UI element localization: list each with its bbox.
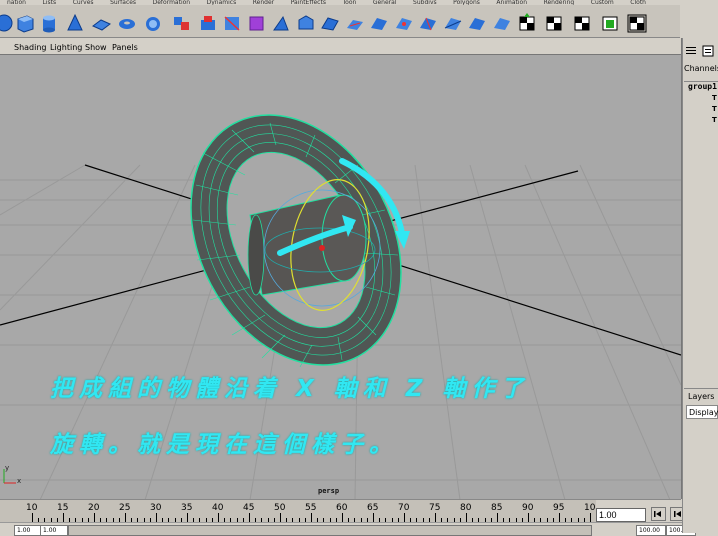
menu-show[interactable]: Show [85,41,107,54]
checker-scale-icon[interactable] [572,12,592,34]
subdivide-icon[interactable] [369,12,389,34]
timeline-tick-label: 15 [57,503,69,513]
timeline-tick-label: 80 [460,503,472,513]
current-frame-field[interactable] [596,508,646,522]
timeline-tick-label: 35 [181,503,193,513]
wedge-icon[interactable] [271,12,291,34]
timeline-tick-label: 70 [398,503,410,513]
caption-line-2: 旋轉。就是現在這個樣子。 [50,432,398,458]
list-view-icon[interactable] [685,45,697,57]
merge-icon[interactable] [394,12,414,34]
camera-label: persp [318,487,340,495]
poly-cylinder-icon[interactable] [39,12,59,34]
triangulate-icon[interactable] [443,12,463,34]
go-to-start-icon[interactable] [651,507,666,521]
timeline-tick-label: 55 [305,503,317,513]
range-slider-bar[interactable] [68,525,592,536]
timeline-tick [156,513,157,522]
layers-label: Layers [688,392,715,401]
display-layer-button[interactable]: Display [686,405,718,419]
poly-cube-icon[interactable] [15,12,35,34]
smooth-icon[interactable] [345,12,365,34]
timeline-tick-label: 65 [367,503,379,513]
attribute-editor-icon[interactable] [702,45,714,57]
timeline-tick [187,513,188,522]
poly-plane-icon[interactable] [91,12,111,34]
axis-label-y: y [5,464,9,472]
timeline-tick-label: 20 [88,503,100,513]
menu-lighting[interactable]: Lighting [50,41,82,54]
axis-label-x: x [17,477,21,485]
range-end-field[interactable]: 100.00 [636,525,666,536]
checker-rotate-icon[interactable] [544,12,564,34]
timeline-tick-label: 30 [150,503,162,513]
extrude-icon[interactable] [198,12,218,34]
start-time-field[interactable]: 1.00 [14,525,42,536]
timeline-tick [342,513,343,522]
timeline-tick-label: 85 [491,503,503,513]
timeline-tick-label: 75 [429,503,441,513]
poly-torus-icon[interactable] [117,12,137,34]
timeline-tick-label: 10 [26,503,38,513]
channels-tab[interactable]: Channels [684,64,718,73]
timeline-tick [466,513,467,522]
timeline-tick-label: 40 [212,503,224,513]
timeline-tick [249,513,250,522]
timeline-tick-label: 50 [274,503,286,513]
channel-box [684,81,718,382]
poly-pipe-icon[interactable] [143,12,163,34]
timeline-tick-label: 95 [553,503,565,513]
split-poly-icon[interactable] [222,12,242,34]
timeline-tick [218,513,219,522]
menu-panels[interactable]: Panels [112,41,138,54]
bevel-icon[interactable] [296,12,316,34]
time-slider[interactable]: 10 15 20 25 30 35 40 45 50 55 60 65 70 75 80 85 90 95 10 [0,499,681,523]
selected-object-name[interactable]: group1 [688,82,717,91]
timeline-tick [559,513,560,522]
caption-line-1: 把成組的物體沿着 X 軸和 Z 軸作了 [50,376,530,402]
sculpt-icon[interactable] [320,12,340,34]
timeline-tick [311,513,312,522]
timeline-tick [280,513,281,522]
timeline-tick [435,513,436,522]
range-slider: 1.00 1.00 100.00 100.00 [0,522,718,536]
timeline-tick-label: 60 [336,503,348,513]
timeline-tick [497,513,498,522]
menu-shading[interactable]: Shading [14,41,47,54]
timeline-tick-label: 25 [119,503,131,513]
timeline-tick [373,513,374,522]
checker-move-icon[interactable] [517,12,537,34]
range-start-field[interactable]: 1.00 [40,525,68,536]
timeline-tick [590,513,591,522]
perspective-viewport[interactable]: y x 把成組的物體沿着 X 軸和 Z 軸作了 旋轉。就是現在這個樣子。 per… [0,54,681,500]
checker-layout-icon[interactable] [627,12,647,34]
timeline-tick [528,513,529,522]
split-edge-icon[interactable] [418,12,438,34]
torus-object[interactable] [149,78,442,401]
timeline-tick-label: 45 [243,503,255,513]
cube-select-icon[interactable] [246,12,266,34]
shelf [0,5,680,38]
timeline-tick [94,513,95,522]
checker-uv-icon[interactable] [600,12,620,34]
combine-icon[interactable] [172,12,192,34]
poly-cone-icon[interactable] [65,12,85,34]
translate-z-attr[interactable]: T [712,116,717,124]
poly-sphere-icon[interactable] [0,12,14,34]
translate-y-attr[interactable]: T [712,105,717,113]
translate-x-attr[interactable]: T [712,94,717,102]
fill-hole-icon[interactable] [492,12,512,34]
quadrangulate-icon[interactable] [467,12,487,34]
timeline-tick-label: 10 [584,503,596,513]
timeline-tick [404,513,405,522]
timeline-tick [63,513,64,522]
panel-menu-bar: Shading Lighting Show Panels [0,41,681,54]
timeline-tick [32,513,33,522]
timeline-tick [125,513,126,522]
timeline-tick-label: 90 [522,503,534,513]
